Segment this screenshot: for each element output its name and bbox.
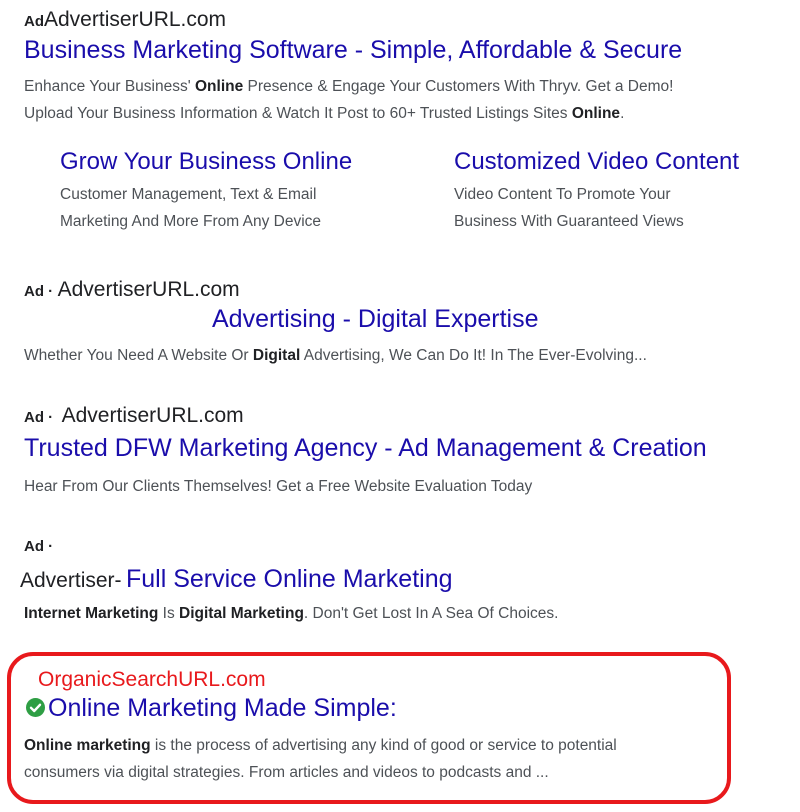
ad-label: Ad · [24, 409, 54, 426]
advertiser-url[interactable]: AdvertiserURL.com [62, 404, 244, 427]
ad-description: Whether You Need A Website Or Digital Ad… [24, 347, 647, 364]
organic-url[interactable]: OrganicSearchURL.com [38, 668, 266, 692]
organic-title[interactable]: Online Marketing Made Simple: [48, 694, 397, 722]
ad-label: Ad · [24, 283, 54, 300]
ad-description: Internet Marketing Is Digital Marketing.… [24, 605, 559, 622]
sitelink-description: Video Content To Promote Your [454, 186, 671, 203]
ad-title[interactable]: Advertising - Digital Expertise [212, 305, 539, 334]
ad-title[interactable]: Full Service Online Marketing [126, 565, 453, 593]
advertiser-url[interactable]: AdvertiserURL.com [58, 278, 240, 301]
advertiser-url[interactable]: Advertiser- [20, 569, 122, 592]
ad-description: Enhance Your Business' Online Presence &… [24, 78, 674, 95]
sitelink-description: Customer Management, Text & Email [60, 186, 317, 203]
ad-label: Ad · [24, 538, 54, 555]
sitelink-title[interactable]: Grow Your Business Online [60, 148, 352, 176]
ad-result-1: AdAdvertiserURL.com [24, 8, 226, 32]
sitelink-description: Marketing And More From Any Device [60, 213, 322, 230]
sitelink-title[interactable]: Customized Video Content [454, 148, 739, 176]
check-circle-icon [26, 698, 45, 717]
ad-description: Upload Your Business Information & Watch… [24, 105, 625, 122]
ad-label: Ad [24, 13, 44, 30]
ad-result-3: Ad · AdvertiserURL.com [24, 404, 244, 428]
ad-title[interactable]: Business Marketing Software - Simple, Af… [24, 36, 682, 65]
organic-description: consumers via digital strategies. From a… [24, 764, 549, 781]
organic-result: Online Marketing Made Simple: [26, 694, 397, 723]
sitelink-description: Business With Guaranteed Views [454, 213, 684, 230]
organic-description: Online marketing is the process of adver… [24, 737, 617, 754]
advertiser-url[interactable]: AdvertiserURL.com [44, 8, 226, 31]
ad-result-4: Advertiser- Full Service Online Marketin… [20, 565, 453, 594]
ad-description: Hear From Our Clients Themselves! Get a … [24, 478, 533, 495]
ad-title[interactable]: Trusted DFW Marketing Agency - Ad Manage… [24, 434, 707, 463]
ad-result-2: Ad · AdvertiserURL.com [24, 278, 240, 302]
